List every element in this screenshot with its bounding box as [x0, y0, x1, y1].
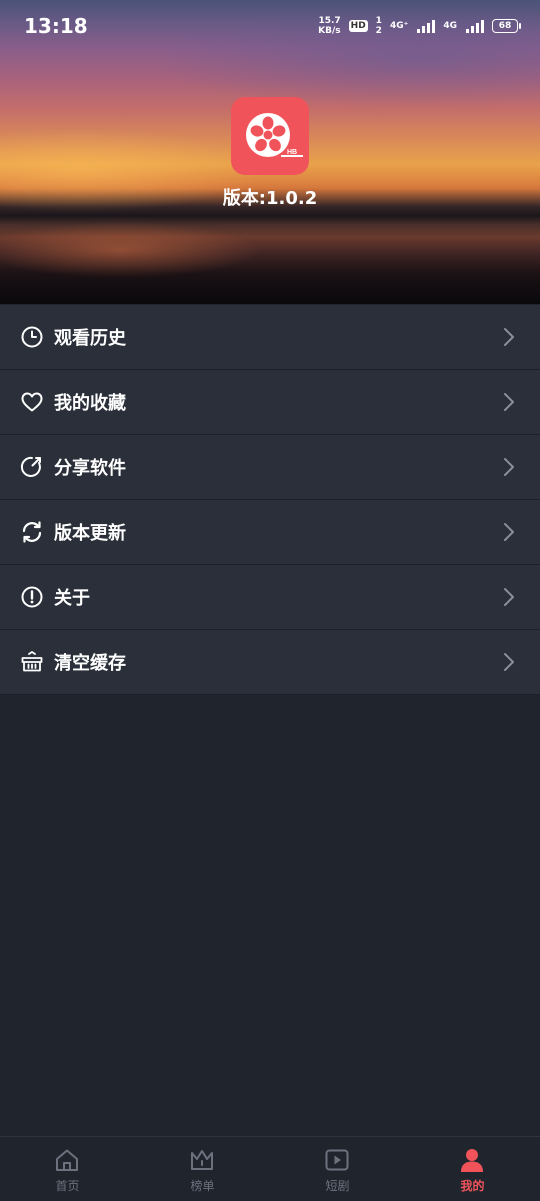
network-speed-value: 15.7	[318, 16, 341, 26]
chevron-right-icon	[504, 393, 514, 411]
hd-icon: HD	[348, 20, 368, 32]
sim2-label: 2	[375, 26, 382, 36]
chevron-right-icon	[504, 458, 514, 476]
bottom-nav: 首页 榜单 短剧 我的	[0, 1136, 540, 1201]
version-label: 版本:1.0.2	[222, 188, 318, 209]
menu-item-label: 我的收藏	[54, 393, 126, 414]
tab-home[interactable]: 首页	[0, 1137, 135, 1201]
user-icon	[461, 1149, 483, 1172]
status-icons: 15.7 KB/s HD 1 2 4G⁺ 4G 68	[318, 15, 521, 37]
tab-label: 首页	[55, 1179, 80, 1193]
network-type-1: 4G⁺	[389, 21, 409, 31]
tab-label: 短剧	[325, 1179, 350, 1193]
signal-icon	[417, 19, 436, 33]
chevron-right-icon	[504, 328, 514, 346]
tab-mine[interactable]: 我的	[405, 1137, 540, 1201]
clock-icon	[21, 326, 43, 348]
info-icon	[21, 586, 43, 608]
menu-item-update[interactable]: 版本更新	[0, 500, 540, 565]
sim1-label: 1	[375, 16, 382, 26]
menu-item-clear-cache[interactable]: 清空缓存	[0, 630, 540, 695]
tab-label: 我的	[460, 1179, 485, 1193]
basket-icon	[21, 651, 43, 672]
app-logo: HB	[231, 97, 309, 175]
menu-item-label: 关于	[54, 588, 90, 609]
network-speed-unit: KB/s	[318, 26, 341, 36]
tab-ranking[interactable]: 榜单	[135, 1137, 270, 1201]
menu-item-history[interactable]: 观看历史	[0, 305, 540, 370]
menu-item-favorites[interactable]: 我的收藏	[0, 370, 540, 435]
film-reel-icon: HB	[246, 113, 303, 157]
chevron-right-icon	[504, 588, 514, 606]
menu-item-share[interactable]: 分享软件	[0, 435, 540, 500]
menu-item-about[interactable]: 关于	[0, 565, 540, 630]
menu-item-label: 观看历史	[54, 328, 126, 349]
menu-item-label: 清空缓存	[54, 653, 126, 674]
signal-icon-2	[466, 19, 484, 33]
share-icon	[20, 456, 41, 477]
battery-icon: 68	[492, 19, 521, 33]
settings-menu: 观看历史 我的收藏 分享软件 版本更新 关于 清空缓存	[0, 305, 540, 695]
chevron-right-icon	[504, 653, 514, 671]
home-icon	[56, 1149, 78, 1171]
refresh-icon	[22, 521, 42, 543]
tab-short-drama[interactable]: 短剧	[270, 1137, 405, 1201]
menu-item-label: 版本更新	[54, 523, 126, 544]
sim-slots: 1 2	[376, 16, 382, 36]
heart-icon	[21, 392, 43, 412]
crown-icon	[191, 1150, 213, 1170]
play-icon	[325, 1149, 349, 1171]
logo-badge: HB	[287, 149, 297, 156]
status-bar: 13:18 15.7 KB/s HD 1 2 4G⁺ 4G 68	[0, 0, 540, 52]
chevron-right-icon	[504, 523, 514, 541]
status-time: 13:18	[24, 14, 88, 38]
tab-label: 榜单	[190, 1179, 215, 1193]
network-speed: 15.7 KB/s	[318, 16, 340, 36]
profile-header: 13:18 15.7 KB/s HD 1 2 4G⁺ 4G 68 HB 版本:1…	[0, 0, 540, 304]
network-type-2: 4G	[443, 21, 457, 31]
menu-item-label: 分享软件	[54, 458, 126, 479]
